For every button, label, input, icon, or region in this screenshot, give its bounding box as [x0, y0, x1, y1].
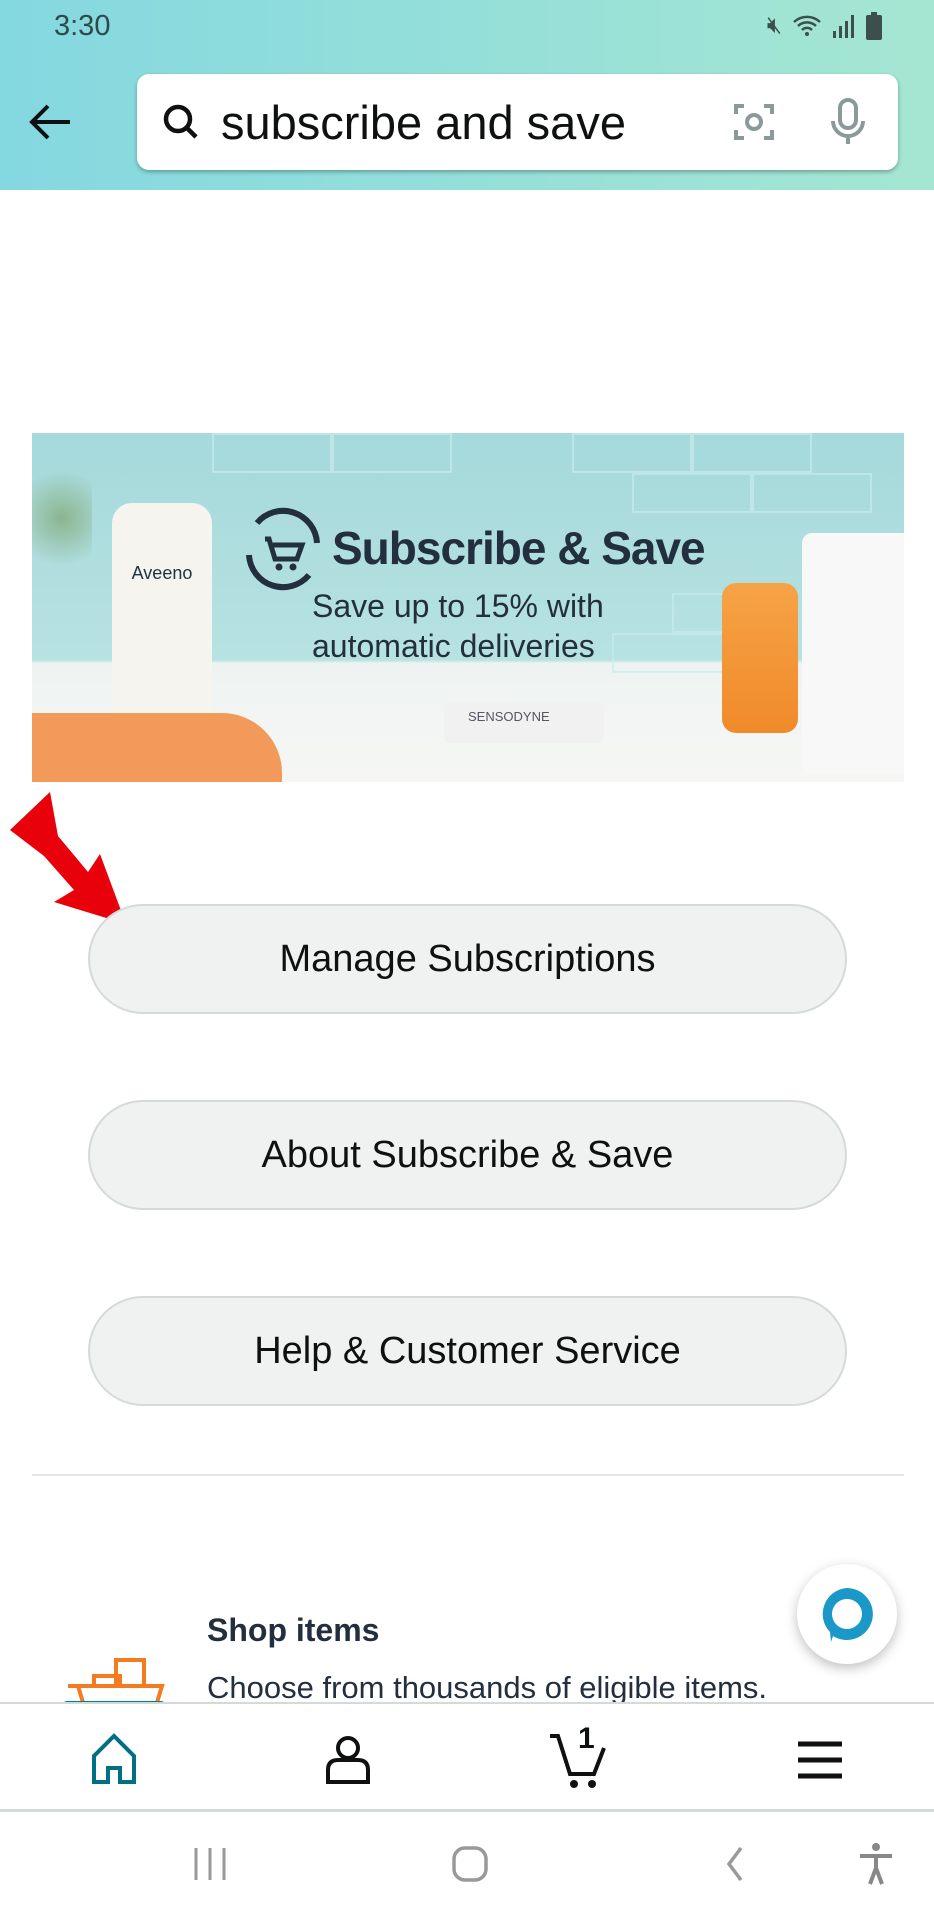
search-icon — [163, 104, 198, 139]
aveeno-label: Aveeno — [131, 563, 193, 583]
sensodyne-toothpaste: SENSODYNE — [444, 703, 604, 743]
wifi-icon — [793, 15, 821, 36]
account-icon[interactable] — [318, 1732, 378, 1788]
plant — [32, 443, 92, 593]
system-nav-bar — [0, 1812, 934, 1920]
bottom-nav: 1 — [0, 1702, 934, 1812]
cart-button[interactable]: 1 — [548, 1722, 618, 1794]
cart-count: 1 — [578, 1722, 595, 1755]
shop-items-title: Shop items — [207, 1612, 380, 1648]
banner-subtitle-line2: automatic deliveries — [312, 628, 595, 664]
accessibility-icon[interactable] — [856, 1842, 896, 1886]
mute-icon: 🔇︎ — [766, 12, 782, 39]
about-subscribe-save-button[interactable]: About Subscribe & Save — [88, 1100, 847, 1210]
menu-icon[interactable] — [790, 1732, 850, 1788]
toilet-paper — [802, 533, 904, 773]
soap-bottle — [722, 583, 798, 733]
divider — [32, 1474, 904, 1476]
alexa-icon — [822, 1588, 873, 1642]
manage-subscriptions-button[interactable]: Manage Subscriptions — [88, 904, 847, 1014]
banner-title: Subscribe & Save — [332, 522, 706, 574]
home-icon[interactable] — [84, 1732, 144, 1788]
sensodyne-label: SENSODYNE — [468, 709, 550, 724]
subscribe-cart-logo — [246, 507, 320, 591]
status-icons: 🔇︎ — [767, 12, 882, 40]
camera-scan-icon[interactable] — [732, 100, 776, 144]
banner-subtitle-line1: Save up to 15% with — [312, 588, 604, 624]
back-system-icon[interactable] — [715, 1844, 755, 1884]
recent-apps-icon[interactable] — [190, 1844, 230, 1884]
aveeno-bottle: Aveeno — [112, 503, 212, 733]
alexa-button[interactable] — [797, 1564, 897, 1664]
towel — [32, 713, 282, 782]
subscribe-save-banner[interactable]: Aveeno Subscribe & Save Save up to 15% w… — [32, 433, 904, 782]
help-customer-service-button[interactable]: Help & Customer Service — [88, 1296, 847, 1406]
search-bar[interactable]: subscribe and save — [137, 74, 898, 170]
microphone-icon[interactable] — [828, 97, 868, 147]
banner-subtitle: Save up to 15% with automatic deliveries — [312, 586, 604, 666]
shop-items-description: Choose from thousands of eligible items. — [207, 1670, 768, 1704]
back-arrow-icon[interactable] — [24, 96, 76, 148]
home-system-icon[interactable] — [450, 1844, 490, 1884]
signal-icon — [833, 15, 854, 38]
red-annotation-arrow — [10, 792, 126, 924]
header: 3:30 🔇︎ subscribe and save — [0, 0, 934, 190]
status-time: 3:30 — [54, 10, 111, 42]
battery-icon — [866, 12, 882, 40]
search-input[interactable]: subscribe and save — [221, 95, 626, 150]
